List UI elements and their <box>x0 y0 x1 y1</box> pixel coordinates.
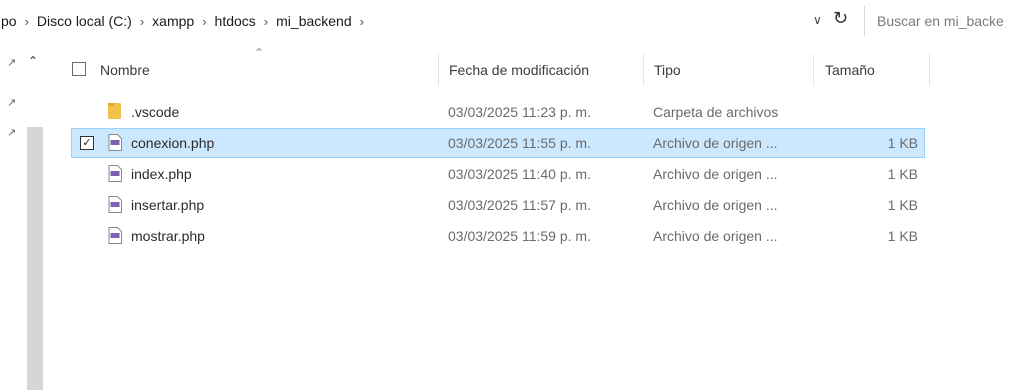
column-divider[interactable] <box>438 54 439 86</box>
address-history-dropdown-icon[interactable]: ∨ <box>813 13 822 27</box>
breadcrumb-item-htdocs[interactable]: htdocs <box>212 13 259 29</box>
column-divider[interactable] <box>929 54 930 86</box>
chevron-right-icon[interactable]: › <box>20 14 34 29</box>
column-divider[interactable] <box>643 54 644 86</box>
folder-icon <box>108 103 121 119</box>
file-name: conexion.php <box>131 135 215 151</box>
file-date: 03/03/2025 11:23 p. m. <box>448 104 591 120</box>
file-size: 1 KB <box>887 197 918 213</box>
breadcrumb-item-disco-local[interactable]: Disco local (C:) <box>34 13 135 29</box>
file-date: 03/03/2025 11:55 p. m. <box>448 135 591 151</box>
file-row[interactable]: insertar.php 03/03/2025 11:57 p. m. Arch… <box>72 191 924 219</box>
file-type: Archivo de origen ... <box>653 166 778 182</box>
file-row[interactable]: index.php 03/03/2025 11:40 p. m. Archivo… <box>72 160 924 188</box>
file-size: 1 KB <box>887 135 918 151</box>
breadcrumb-item-xampp[interactable]: xampp <box>149 13 197 29</box>
file-type: Archivo de origen ... <box>653 228 778 244</box>
column-header-size[interactable]: Tamaño <box>825 62 875 78</box>
column-divider[interactable] <box>813 54 814 86</box>
file-date: 03/03/2025 11:57 p. m. <box>448 197 591 213</box>
pin-icon: ↗ <box>7 97 17 109</box>
pin-icon: ↗ <box>7 57 17 69</box>
select-all-checkbox[interactable] <box>72 62 86 76</box>
search-input[interactable]: Buscar en mi_backe <box>864 6 1021 36</box>
column-header-type[interactable]: Tipo <box>654 62 681 78</box>
refresh-icon[interactable]: ↻ <box>833 8 848 29</box>
sort-ascending-icon: ⌃ <box>254 46 265 60</box>
file-size: 1 KB <box>887 166 918 182</box>
file-type: Archivo de origen ... <box>653 197 778 213</box>
file-name: insertar.php <box>131 197 205 213</box>
php-file-icon <box>108 165 122 182</box>
file-type: Archivo de origen ... <box>653 135 778 151</box>
file-row-selected[interactable]: ✓ conexion.php 03/03/2025 11:55 p. m. Ar… <box>71 128 925 158</box>
pin-icon: ↗ <box>7 127 17 139</box>
scroll-up-icon[interactable]: ⌃ <box>28 54 38 68</box>
file-date: 03/03/2025 11:40 p. m. <box>448 166 591 182</box>
file-name: index.php <box>131 166 192 182</box>
file-row[interactable]: .vscode 03/03/2025 11:23 p. m. Carpeta d… <box>72 98 924 126</box>
breadcrumb-item-equipo[interactable]: po <box>0 13 20 29</box>
breadcrumb[interactable]: po › Disco local (C:) › xampp › htdocs ›… <box>0 6 830 36</box>
chevron-right-icon[interactable]: › <box>259 14 273 29</box>
chevron-right-icon[interactable]: › <box>355 14 369 29</box>
navigation-pane: ↗ ↗ ↗ ⌃ <box>0 44 58 390</box>
navigation-scrollbar[interactable] <box>27 127 43 390</box>
row-checkbox-checked[interactable]: ✓ <box>80 136 94 150</box>
file-row[interactable]: mostrar.php 03/03/2025 11:59 p. m. Archi… <box>72 222 924 250</box>
file-date: 03/03/2025 11:59 p. m. <box>448 228 591 244</box>
file-name: .vscode <box>131 104 180 120</box>
file-name: mostrar.php <box>131 228 205 244</box>
chevron-right-icon[interactable]: › <box>197 14 211 29</box>
file-type: Carpeta de archivos <box>653 104 779 120</box>
php-file-icon <box>108 134 122 151</box>
php-file-icon <box>108 196 122 213</box>
file-size: 1 KB <box>887 228 918 244</box>
chevron-right-icon[interactable]: › <box>135 14 149 29</box>
php-file-icon <box>108 227 122 244</box>
address-bar-row: po › Disco local (C:) › xampp › htdocs ›… <box>0 0 1021 44</box>
column-header-name[interactable]: Nombre <box>100 62 150 78</box>
column-header: ⌃ Nombre Fecha de modificación Tipo Tama… <box>58 44 1021 96</box>
column-header-date[interactable]: Fecha de modificación <box>449 62 589 78</box>
search-placeholder: Buscar en mi_backe <box>877 13 1004 29</box>
breadcrumb-item-mi-backend[interactable]: mi_backend <box>273 13 355 29</box>
